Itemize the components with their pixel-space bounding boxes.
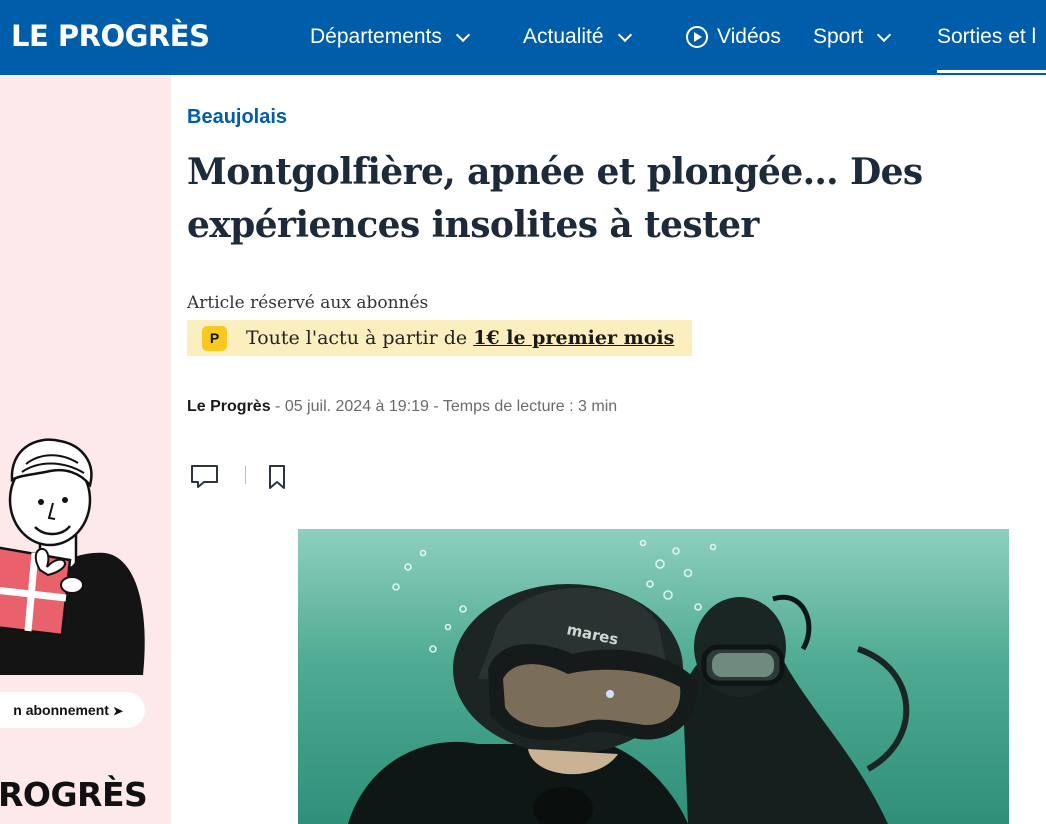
article-title: Montgolfière, apnée et plongée… Des expé…	[187, 151, 923, 246]
article-actions	[187, 460, 307, 494]
site-logo[interactable]: LE PROGRÈS	[11, 20, 210, 52]
article-author[interactable]: Le Progrès	[187, 398, 271, 415]
chevron-down-icon	[877, 27, 892, 42]
action-divider	[245, 466, 246, 484]
nav-item-label: Départements	[310, 25, 442, 48]
nav-item-label: Actualité	[523, 25, 604, 48]
chevron-down-icon	[455, 27, 470, 42]
nav-item-sorties[interactable]: Sorties et l	[937, 22, 1036, 52]
offer-link[interactable]: 1€ le premier mois	[473, 327, 674, 349]
nav-item-label: Sport	[813, 25, 864, 48]
article-main-photo[interactable]: mares	[298, 529, 1009, 824]
article-meta: - 05 juil. 2024 à 19:19 - Temps de lectu…	[270, 398, 618, 415]
chevron-down-icon	[617, 27, 632, 42]
offer-text-prefix: Toute l'actu à partir de	[246, 327, 474, 349]
arrow-right-icon: ➤	[112, 704, 123, 718]
promo-button-label: n abonnement	[13, 702, 109, 718]
comment-icon[interactable]	[190, 464, 219, 488]
site-header: LE PROGRÈS Départements Actualité Vidéos…	[0, 0, 1046, 75]
promo-subscribe-button[interactable]: n abonnement ➤	[0, 692, 145, 728]
nav-item-videos[interactable]: Vidéos	[686, 22, 781, 52]
promo-illustration	[0, 438, 145, 675]
nav-item-actualite[interactable]: Actualité	[523, 22, 632, 52]
article-byline: Le Progrès - 05 juil. 2024 à 19:19 - Tem…	[187, 396, 617, 418]
subscription-offer[interactable]: P Toute l'actu à partir de 1€ le premier…	[187, 320, 692, 356]
underwater-divers-image: mares	[298, 529, 1009, 824]
nav-item-departements[interactable]: Départements	[310, 22, 470, 52]
promo-logo: ROGRÈS	[0, 775, 148, 814]
nav-item-label: Vidéos	[717, 25, 781, 48]
active-nav-indicator	[937, 70, 1046, 73]
subscriber-only-label: Article réservé aux abonnés	[187, 293, 429, 313]
nav-item-sport[interactable]: Sport	[813, 22, 892, 52]
subscription-promo-banner[interactable]: n abonnement ➤ ROGRÈS	[0, 75, 171, 824]
play-icon	[686, 26, 708, 48]
article-rubric-link[interactable]: Beaujolais	[187, 104, 287, 130]
nav-item-label: Sorties et l	[937, 25, 1037, 48]
offer-text: Toute l'actu à partir de 1€ le premier m…	[246, 327, 674, 349]
bookmark-icon[interactable]	[267, 464, 287, 490]
premium-badge-icon: P	[202, 325, 227, 351]
